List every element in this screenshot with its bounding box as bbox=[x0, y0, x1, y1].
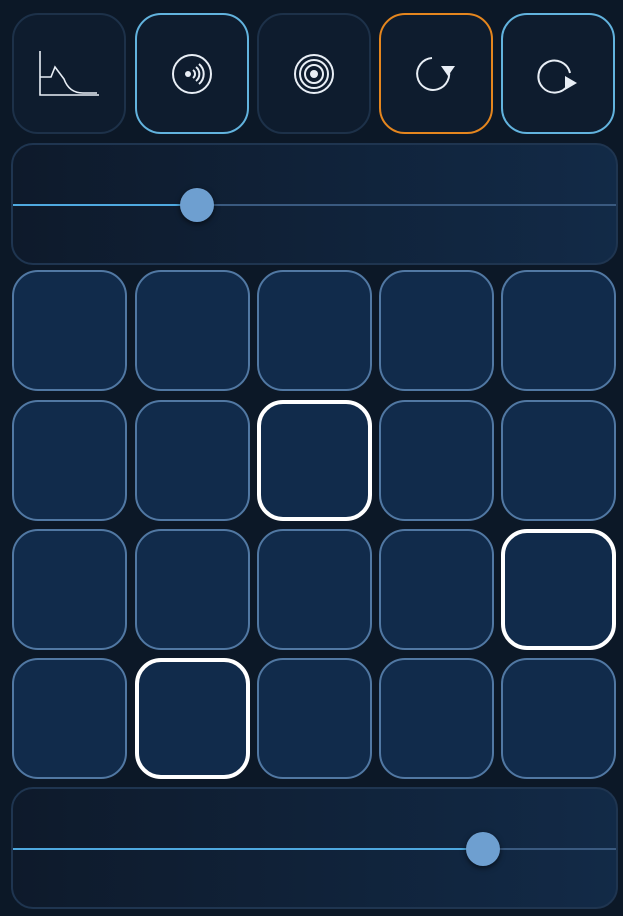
rotate-down-button[interactable] bbox=[379, 13, 493, 134]
pad-r2-c1[interactable] bbox=[12, 400, 127, 521]
rotate-down-icon bbox=[416, 56, 455, 91]
concentric-rings-button[interactable] bbox=[257, 13, 371, 134]
bottom-slider[interactable] bbox=[11, 787, 618, 909]
pad-r3-c4[interactable] bbox=[379, 529, 494, 650]
rotate-right-icon bbox=[537, 59, 577, 94]
bottom-slider-fill bbox=[13, 848, 483, 850]
pad-r1-c2[interactable] bbox=[135, 270, 250, 391]
pad-r2-c4[interactable] bbox=[379, 400, 494, 521]
pad-r4-c4[interactable] bbox=[379, 658, 494, 779]
pad-r4-c3[interactable] bbox=[257, 658, 372, 779]
pad-r3-c3[interactable] bbox=[257, 529, 372, 650]
pad-r4-c2[interactable] bbox=[135, 658, 250, 779]
pad-r3-c2[interactable] bbox=[135, 529, 250, 650]
envelope-button[interactable] bbox=[12, 13, 126, 134]
pad-r2-c3[interactable] bbox=[257, 400, 372, 521]
top-slider-fill bbox=[13, 204, 197, 206]
pad-r1-c3[interactable] bbox=[257, 270, 372, 391]
pad-r1-c4[interactable] bbox=[379, 270, 494, 391]
bottom-slider-thumb[interactable] bbox=[466, 832, 500, 866]
pad-r4-c5[interactable] bbox=[501, 658, 616, 779]
rotate-right-button[interactable] bbox=[501, 13, 615, 134]
pad-r3-c1[interactable] bbox=[12, 529, 127, 650]
pad-r2-c5[interactable] bbox=[501, 400, 616, 521]
pad-r1-c1[interactable] bbox=[12, 270, 127, 391]
envelope-icon bbox=[39, 50, 99, 96]
sound-source-button[interactable] bbox=[135, 13, 249, 134]
pad-r4-c1[interactable] bbox=[12, 658, 127, 779]
concentric-rings-icon bbox=[294, 53, 334, 94]
top-slider[interactable] bbox=[11, 143, 618, 265]
pad-r1-c5[interactable] bbox=[501, 270, 616, 391]
top-slider-thumb[interactable] bbox=[180, 188, 214, 222]
sound-source-icon bbox=[172, 53, 212, 94]
pad-r2-c2[interactable] bbox=[135, 400, 250, 521]
pad-r3-c5[interactable] bbox=[501, 529, 616, 650]
